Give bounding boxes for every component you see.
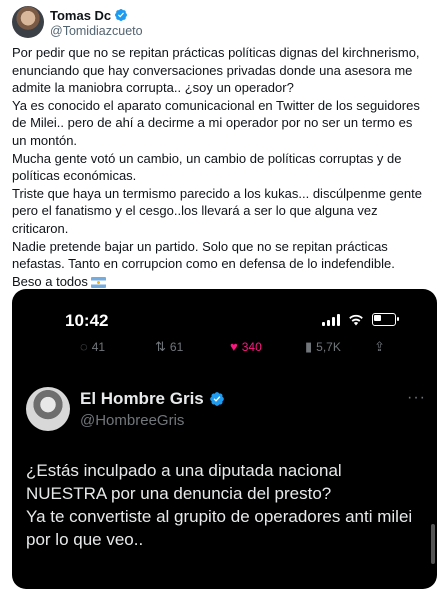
tweet-text: Por pedir que no se repitan prácticas po…	[12, 44, 430, 290]
inner-author-names: El Hombre Gris @HombreeGris	[80, 389, 225, 429]
share-action[interactable]: ⇪	[374, 339, 385, 355]
author-handle[interactable]: @Tomidiazcueto	[50, 24, 143, 38]
inner-avatar	[26, 387, 70, 431]
display-name-line: Tomas Dc	[50, 7, 143, 23]
retweet-icon: ⇅	[155, 339, 166, 354]
inner-handle: @HombreeGris	[80, 412, 185, 429]
wifi-icon	[349, 314, 363, 325]
tweet-paragraph: Ya es conocido el aparato comunicacional…	[12, 97, 420, 148]
action-row: ◌ 41 ⇅ 61 ♥ 340 ▮ 5,7K ⇪	[12, 339, 437, 359]
views-count: 5,7K	[316, 340, 341, 354]
screenshot-scrollbar	[431, 524, 435, 564]
inner-tweet-line: ¿Estás inculpado a una diputada nacional…	[26, 461, 342, 503]
like-count: 340	[241, 339, 262, 354]
reply-icon: ◌	[80, 339, 88, 354]
avatar[interactable]	[12, 6, 44, 38]
like-action[interactable]: ♥ 340	[230, 339, 262, 354]
views-icon: ▮	[305, 339, 313, 354]
display-name[interactable]: Tomas Dc	[50, 8, 111, 23]
inner-tweet-line: Ya te convertiste al grupito de operador…	[26, 507, 413, 549]
tweet-paragraph: Por pedir que no se repitan prácticas po…	[12, 45, 420, 96]
battery-icon	[372, 313, 399, 326]
inner-tweet-header: El Hombre Gris @HombreeGris ···	[26, 387, 426, 433]
status-bar-icons	[322, 313, 399, 326]
verified-badge-icon	[115, 9, 128, 21]
tweet-paragraph: Mucha gente votó un cambio, un cambio de…	[12, 150, 402, 184]
reply-count: 41	[91, 339, 106, 354]
author-names: Tomas Dc @Tomidiazcueto	[50, 7, 143, 39]
tweet-header: Tomas Dc @Tomidiazcueto	[12, 6, 425, 42]
more-options-icon: ···	[407, 389, 426, 406]
status-bar-time: 10:42	[65, 311, 109, 330]
share-icon: ⇪	[374, 339, 385, 354]
retweet-count: 61	[169, 340, 184, 354]
signal-icon	[322, 313, 340, 326]
inner-display-line: El Hombre Gris	[80, 389, 225, 409]
tweet-paragraph-last: Beso a todos	[12, 273, 430, 291]
tweet: Tomas Dc @Tomidiazcueto Por pedir que no…	[0, 0, 437, 589]
retweet-action[interactable]: ⇅ 61	[155, 339, 183, 355]
heart-icon: ♥	[230, 339, 238, 354]
reply-action[interactable]: ◌ 41	[80, 339, 105, 354]
inner-display-name: El Hombre Gris	[80, 389, 204, 408]
inner-tweet-text: ¿Estás inculpado a una diputada nacional…	[26, 459, 426, 551]
attached-screenshot[interactable]: 10:42 ◌ 41 ⇅ 61 ♥ 340 ▮ 5,7K ⇪ El Hombre…	[12, 289, 437, 589]
tweet-paragraph: Beso a todos	[12, 273, 88, 289]
views-action[interactable]: ▮ 5,7K	[305, 339, 341, 355]
tweet-paragraph: Nadie pretende bajar un partido. Solo qu…	[12, 238, 395, 272]
verified-badge-icon	[209, 392, 224, 406]
argentina-flag-icon	[90, 276, 106, 288]
tweet-paragraph: Triste que haya un termismo parecido a l…	[12, 185, 422, 236]
